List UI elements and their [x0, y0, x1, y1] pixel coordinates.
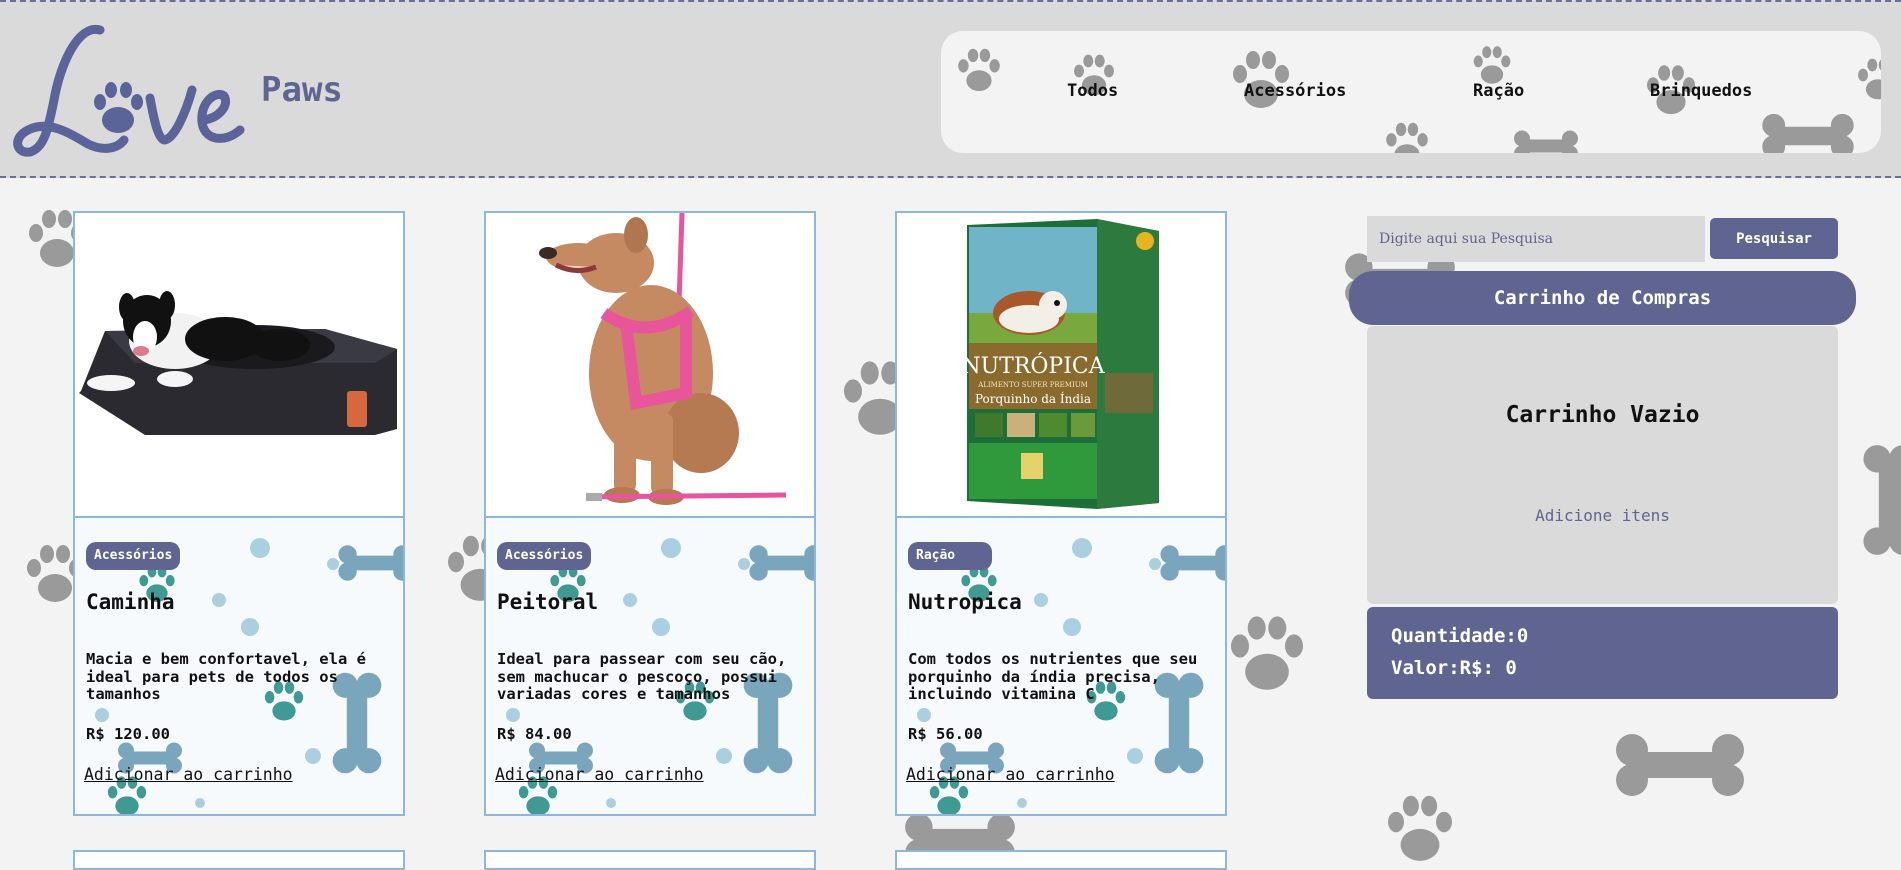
paw-print-icon [958, 48, 1000, 92]
product-price: R$ 84.00 [497, 725, 572, 743]
package-name: Porquinho da Índia [975, 391, 1091, 406]
brand-name: Paws [261, 70, 343, 110]
package-subtitle: ALIMENTO SUPER PREMIUM [977, 381, 1088, 389]
bone-icon [1514, 130, 1578, 153]
product-title: Caminha [86, 590, 175, 614]
decor-dot [917, 708, 931, 722]
product-title: Peitoral [497, 590, 599, 614]
product-card: NUTRÓPICA ALIMENTO SUPER PREMIUM Porquin… [895, 211, 1227, 816]
product-card-body: Ração Nutropica Com todos os nutrientes … [897, 518, 1225, 814]
decor-dot [1017, 798, 1027, 808]
product-card [73, 850, 405, 870]
cart-items-panel: Carrinho Vazio Adicione itens [1367, 326, 1838, 604]
search-input[interactable] [1367, 216, 1705, 262]
cart-title: Carrinho de Compras [1349, 271, 1856, 325]
cart-hint: Adicione itens [1535, 506, 1670, 525]
love-logo[interactable] [8, 20, 248, 165]
decor-dot [652, 618, 670, 636]
cart-quantity: Quantidade:0 [1391, 625, 1529, 647]
cart-summary: Quantidade:0 Valor:R$: 0 [1367, 607, 1838, 699]
paw-print-icon [1231, 616, 1303, 690]
decor-dot [506, 708, 520, 722]
cart-total-value: Valor:R$: 0 [1391, 657, 1517, 679]
product-price: R$ 120.00 [86, 725, 170, 743]
nav-item-racao[interactable]: Ração [1473, 81, 1524, 101]
product-image-nutropica: NUTRÓPICA ALIMENTO SUPER PREMIUM Porquin… [897, 213, 1225, 518]
decor-dot [212, 593, 226, 607]
dog-bed-illustration [79, 291, 397, 435]
search-button[interactable]: Pesquisar [1710, 218, 1838, 259]
decor-dot [1063, 618, 1081, 636]
product-image-dog-harness [486, 213, 814, 518]
product-card [484, 850, 816, 870]
product-image-dog-bed [75, 213, 403, 518]
product-card: Acessórios Peitoral Ideal para passear c… [484, 211, 816, 816]
decor-dot [1072, 538, 1092, 558]
product-card-body: Acessórios Caminha Macia e bem confortav… [75, 518, 403, 814]
decor-dot [195, 798, 205, 808]
product-description: Com todos os nutrientes que seu porquinh… [908, 650, 1198, 703]
decor-dot [661, 538, 681, 558]
bone-icon [1616, 734, 1744, 796]
product-description: Macia e bem confortavel, ela é ideal par… [86, 650, 366, 703]
decor-dot [1034, 593, 1048, 607]
bone-icon [1762, 113, 1854, 153]
decor-dot [305, 748, 321, 764]
category-tag: Acessórios [497, 542, 592, 570]
decor-dot [95, 708, 109, 722]
product-title: Nutropica [908, 590, 1022, 614]
nutropica-package-illustration: NUTRÓPICA ALIMENTO SUPER PREMIUM Porquin… [961, 219, 1159, 509]
product-card: Acessórios Caminha Macia e bem confortav… [73, 211, 405, 816]
bone-icon [338, 545, 403, 581]
category-tag: Acessórios [86, 542, 181, 570]
paw-print-icon [1858, 58, 1881, 100]
paw-print-icon [1386, 122, 1428, 153]
decor-dot [241, 618, 259, 636]
nav-item-acessorios[interactable]: Acessórios [1244, 81, 1346, 101]
bone-icon [1863, 445, 1901, 555]
add-to-cart-link[interactable]: Adicionar ao carrinho [495, 765, 704, 784]
package-brand: NUTRÓPICA [961, 352, 1105, 379]
decor-dot [716, 748, 732, 764]
nav-item-todos[interactable]: Todos [1067, 81, 1118, 101]
decor-dot [1127, 748, 1143, 764]
nav-item-brinquedos[interactable]: Brinquedos [1650, 81, 1752, 101]
product-card-body: Acessórios Peitoral Ideal para passear c… [486, 518, 814, 814]
bone-icon [749, 545, 814, 581]
decor-dot [606, 798, 616, 808]
decor-dot [623, 593, 637, 607]
product-card [895, 850, 1227, 870]
product-description: Ideal para passear com seu cão, sem mach… [497, 650, 787, 703]
paw-print-icon [1388, 795, 1452, 861]
decor-dot [250, 538, 270, 558]
product-price: R$ 56.00 [908, 725, 983, 743]
add-to-cart-link[interactable]: Adicionar ao carrinho [84, 765, 293, 784]
category-tag: Ração [908, 542, 992, 570]
cart-empty-message: Carrinho Vazio [1505, 402, 1700, 428]
category-nav: Todos Acessórios Ração Brinquedos [941, 31, 1881, 153]
site-header: Paws Todos Acessórios Ração Brinquedos [0, 0, 1901, 178]
dog-harness-illustration [539, 213, 787, 505]
add-to-cart-link[interactable]: Adicionar ao carrinho [906, 765, 1115, 784]
bone-icon [1160, 545, 1225, 581]
